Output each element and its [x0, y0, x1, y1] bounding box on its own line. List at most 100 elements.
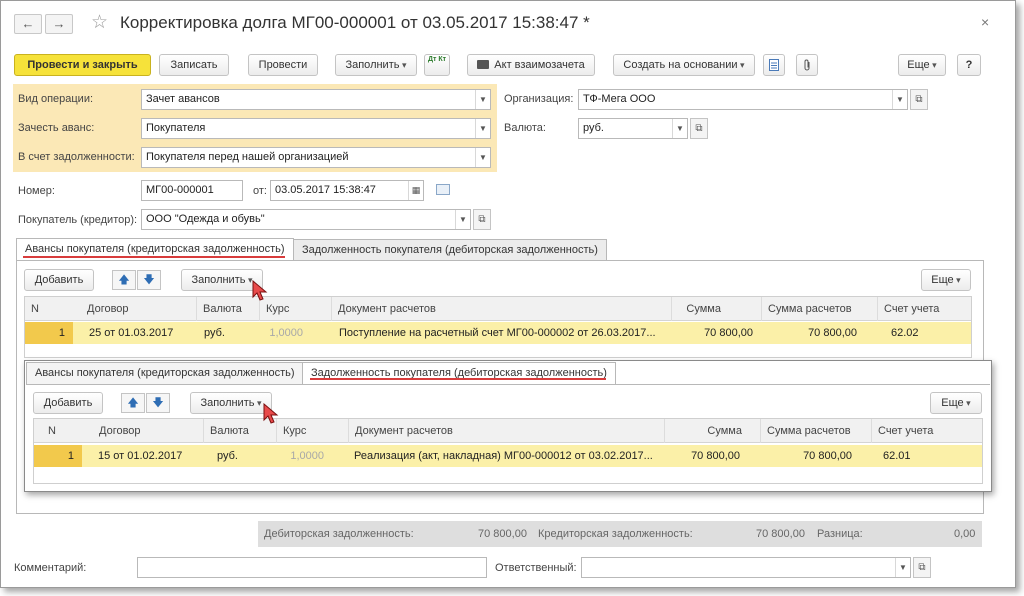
- tab-debts-highlight: [310, 378, 606, 380]
- operation-label: Вид операции:: [18, 93, 94, 105]
- cell-contract: 15 от 01.02.2017: [98, 450, 183, 462]
- open-currency-icon[interactable]: ⧉: [690, 118, 708, 139]
- debt-type-select[interactable]: Покупателя перед нашей организацией ▼: [141, 147, 491, 168]
- credit-total-label: Кредиторская задолженность:: [538, 528, 693, 540]
- debts-move-down-icon[interactable]: 🡇: [146, 393, 170, 413]
- debts-more-label: Еще: [941, 397, 970, 409]
- debit-total-label: Дебиторская задолженность:: [264, 528, 414, 540]
- debts-tab-border: [26, 384, 990, 385]
- table-fill-button[interactable]: Заполнить: [181, 269, 263, 291]
- debts-table: N Договор Валюта Курс Документ расчетов …: [33, 418, 983, 484]
- move-up-icon[interactable]: 🡅: [112, 270, 136, 290]
- more-button[interactable]: Еще: [898, 54, 946, 76]
- cell-document: Реализация (акт, накладная) МГ00-000012 …: [354, 450, 653, 462]
- difference-label: Разница:: [817, 528, 863, 540]
- col-contract: Договор: [87, 303, 129, 315]
- date-label: от:: [253, 185, 267, 197]
- col-sum-calc: Сумма расчетов: [760, 419, 871, 443]
- date-field[interactable]: 03.05.2017 15:38:47 ▦: [270, 180, 424, 201]
- cell-rate: 1,0000: [269, 327, 303, 339]
- cell-n: 1: [34, 445, 82, 467]
- table-row[interactable]: 1 15 от 01.02.2017 руб. 1,0000 Реализаци…: [34, 445, 982, 467]
- chevron-down-icon[interactable]: ▼: [475, 90, 490, 109]
- cell-rate: 1,0000: [290, 450, 324, 462]
- debts-move-up-icon[interactable]: 🡅: [121, 393, 145, 413]
- mouse-cursor-icon: [263, 403, 279, 424]
- fill-label: Заполнить: [345, 59, 406, 71]
- table-more-button[interactable]: Еще: [921, 269, 971, 291]
- help-button[interactable]: ?: [957, 54, 981, 76]
- history-icon[interactable]: [436, 184, 450, 195]
- table-row[interactable]: 1 25 от 01.03.2017 руб. 1,0000 Поступлен…: [25, 322, 971, 344]
- col-account: Счет учета: [871, 419, 982, 443]
- cell-sum: 70 800,00: [704, 327, 753, 339]
- offset-act-button[interactable]: Акт взаимозачета: [467, 54, 595, 76]
- create-based-label: Создать на основании: [623, 59, 744, 71]
- col-n: N: [48, 425, 56, 437]
- window-title: Корректировка долга МГ00-000001 от 03.05…: [120, 13, 590, 32]
- chevron-down-icon[interactable]: ▼: [895, 558, 910, 577]
- buyer-select[interactable]: ООО "Одежда и обувь" ▼: [141, 209, 471, 230]
- debts-table-header: N Договор Валюта Курс Документ расчетов …: [34, 419, 982, 443]
- responsible-label: Ответственный:: [495, 562, 577, 574]
- offset-advance-select[interactable]: Покупателя ▼: [141, 118, 491, 139]
- arrow-right-icon: →: [52, 16, 66, 31]
- calendar-icon[interactable]: ▦: [408, 181, 423, 200]
- chevron-down-icon[interactable]: ▼: [672, 119, 687, 138]
- chevron-down-icon[interactable]: ▼: [475, 119, 490, 138]
- tab-debts-inner[interactable]: Задолженность покупателя (дебиторская за…: [302, 362, 616, 385]
- create-based-on-button[interactable]: Создать на основании: [613, 54, 755, 76]
- cell-currency: руб.: [217, 450, 238, 462]
- cell-n: 1: [25, 322, 73, 344]
- chevron-down-icon[interactable]: ▼: [892, 90, 907, 109]
- col-currency: Валюта: [196, 297, 259, 321]
- comment-field[interactable]: [137, 557, 487, 578]
- move-down-icon[interactable]: 🡇: [137, 270, 161, 290]
- organization-select[interactable]: ТФ-Мега ООО ▼: [578, 89, 908, 110]
- attachment-icon[interactable]: [796, 54, 818, 76]
- comment-label: Комментарий:: [14, 562, 87, 574]
- debts-more-button[interactable]: Еще: [930, 392, 982, 414]
- fill-dropdown-button[interactable]: Заполнить: [335, 54, 417, 76]
- open-buyer-icon[interactable]: ⧉: [473, 209, 491, 230]
- col-n: N: [31, 303, 39, 315]
- open-responsible-icon[interactable]: ⧉: [913, 557, 931, 578]
- debts-fill-button[interactable]: Заполнить: [190, 392, 272, 414]
- cell-account: 62.01: [883, 450, 911, 462]
- buyer-label: Покупатель (кредитор):: [18, 214, 138, 226]
- mouse-cursor-icon: [252, 280, 268, 301]
- post-and-close-button[interactable]: Провести и закрыть: [14, 54, 151, 76]
- tab-advances-inner[interactable]: Авансы покупателя (кредиторская задолжен…: [26, 362, 304, 384]
- debt-type-label: В счет задолженности:: [18, 151, 135, 163]
- credit-total-value: 70 800,00: [756, 528, 805, 540]
- debts-add-row-button[interactable]: Добавить: [33, 392, 103, 414]
- close-icon[interactable]: ×: [981, 14, 989, 30]
- responsible-select[interactable]: ▼: [581, 557, 911, 578]
- open-organization-icon[interactable]: ⧉: [910, 89, 928, 110]
- save-button[interactable]: Записать: [159, 54, 229, 76]
- number-label: Номер:: [18, 185, 55, 197]
- number-field[interactable]: МГ00-000001: [141, 180, 243, 201]
- more-label: Еще: [907, 59, 936, 71]
- col-contract: Договор: [99, 425, 141, 437]
- arrow-left-icon: ←: [21, 16, 35, 31]
- col-document: Документ расчетов: [348, 419, 664, 443]
- forward-button[interactable]: →: [45, 14, 73, 34]
- tab-advances-highlight: [23, 256, 285, 258]
- dt-kt-icon[interactable]: Дт Кт: [424, 54, 450, 76]
- col-sum-calc: Сумма расчетов: [761, 297, 877, 321]
- chevron-down-icon[interactable]: ▼: [475, 148, 490, 167]
- currency-select[interactable]: руб. ▼: [578, 118, 688, 139]
- favorite-star-icon[interactable]: ☆: [91, 11, 108, 34]
- offset-advance-label: Зачесть аванс:: [18, 122, 95, 134]
- debts-fill-label: Заполнить: [200, 397, 261, 409]
- add-row-button[interactable]: Добавить: [24, 269, 94, 291]
- back-button[interactable]: ←: [14, 14, 42, 34]
- difference-value: 0,00: [954, 528, 976, 540]
- tab-debts[interactable]: Задолженность покупателя (дебиторская за…: [293, 239, 607, 261]
- chevron-down-icon[interactable]: ▼: [455, 210, 470, 229]
- report-icon[interactable]: [763, 54, 785, 76]
- post-button[interactable]: Провести: [248, 54, 318, 76]
- cell-sum: 70 800,00: [691, 450, 740, 462]
- operation-select[interactable]: Зачет авансов ▼: [141, 89, 491, 110]
